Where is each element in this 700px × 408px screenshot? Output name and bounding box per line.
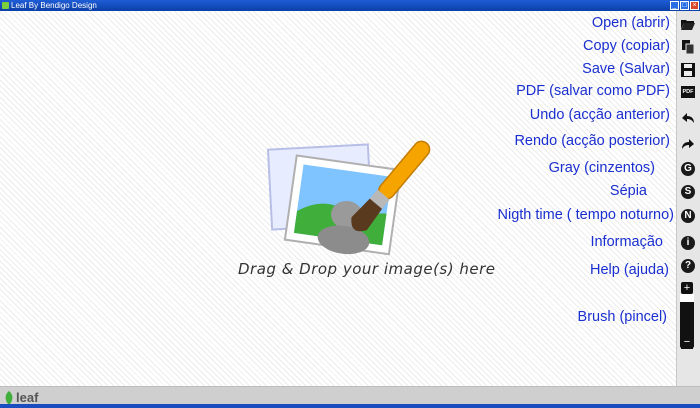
menu-pdf[interactable]: PDF (salvar como PDF)	[516, 83, 670, 99]
leaf-logo-text: leaf	[16, 390, 39, 405]
gray-filter-icon-label: G	[681, 162, 695, 176]
brush-size-increase-button[interactable]: +	[681, 282, 693, 294]
info-icon[interactable]: i	[680, 235, 696, 251]
menu-copy[interactable]: Copy (copiar)	[583, 38, 670, 54]
menu-help[interactable]: Help (ajuda)	[590, 262, 669, 278]
menu-night[interactable]: Nigth time ( tempo noturno)	[498, 207, 675, 223]
brush-size-slider-fill	[680, 294, 694, 303]
menu-save[interactable]: Save (Salvar)	[582, 61, 670, 77]
folder-open-icon[interactable]	[680, 16, 696, 32]
window-title: Leaf By Bendigo Design	[11, 1, 97, 10]
help-icon[interactable]: ?	[680, 258, 696, 274]
menu-brush[interactable]: Brush (pincel)	[578, 309, 667, 325]
pdf-icon[interactable]: PDF	[680, 84, 696, 100]
drop-zone-illustration[interactable]	[230, 112, 450, 282]
gray-filter-icon[interactable]: G	[680, 161, 696, 177]
help-icon-label: ?	[681, 259, 695, 273]
copy-icon[interactable]	[680, 39, 696, 55]
pdf-icon-label: PDF	[681, 86, 695, 98]
menu-open[interactable]: Open (abrir)	[592, 15, 670, 31]
brush-size-decrease-button[interactable]: −	[681, 337, 693, 349]
taskbar-strip	[0, 404, 700, 408]
night-filter-icon-label: N	[681, 209, 695, 223]
menu-undo[interactable]: Undo (acção anterior)	[530, 107, 670, 123]
redo-icon[interactable]	[680, 136, 696, 152]
info-icon-label: i	[681, 236, 695, 250]
maximize-button[interactable]: □	[680, 1, 689, 10]
leaf-logo: leaf	[4, 390, 38, 405]
leaf-icon	[5, 390, 13, 405]
menu-sepia[interactable]: Sépia	[610, 183, 647, 199]
close-button[interactable]: ×	[690, 1, 699, 10]
window-title-bar[interactable]: Leaf By Bendigo Design _ □ ×	[0, 0, 700, 11]
undo-icon[interactable]	[680, 110, 696, 126]
menu-redo[interactable]: Rendo (acção posterior)	[514, 133, 670, 149]
menu-gray[interactable]: Gray (cinzentos)	[549, 160, 655, 176]
leaf-app-icon	[2, 2, 9, 9]
floppy-disk-icon[interactable]	[680, 62, 696, 78]
minimize-button[interactable]: _	[670, 1, 679, 10]
sepia-filter-icon[interactable]: S	[680, 184, 696, 200]
window-controls: _ □ ×	[670, 1, 699, 10]
night-filter-icon[interactable]: N	[680, 208, 696, 224]
drop-zone-text: Drag & Drop your image(s) here	[238, 260, 496, 278]
menu-info[interactable]: Informação	[590, 234, 663, 250]
sepia-filter-icon-label: S	[681, 185, 695, 199]
